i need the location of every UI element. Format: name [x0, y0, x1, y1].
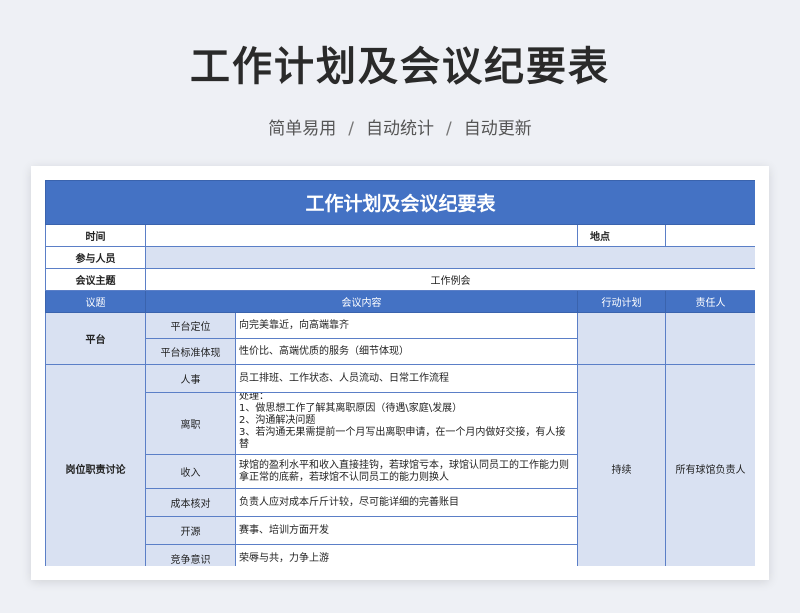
content-line: 2、沟通解决问题 — [239, 414, 316, 426]
topic-cell: 平台 — [45, 312, 146, 365]
owner-cell[interactable]: 所有球馆负责人 — [664, 364, 755, 566]
page-title: 工作计划及会议纪要表 — [190, 44, 610, 90]
subtitle-separator: / — [446, 119, 452, 139]
place-value[interactable] — [664, 224, 755, 247]
topic-cell: 岗位职责讨论 — [45, 364, 146, 566]
content-line: 1、做思想工作了解其离职原因（待遇\家庭\发展） — [239, 402, 463, 414]
content-line: 处理： — [239, 392, 269, 402]
subtitle-feature-1: 简单易用 — [268, 119, 337, 139]
time-label: 时间 — [45, 224, 146, 247]
sheet-banner-title: 工作计划及会议纪要表 — [45, 180, 755, 225]
header-owner: 责任人 — [664, 290, 755, 313]
content-cell[interactable]: 处理： 1、做思想工作了解其离职原因（待遇\家庭\发展） 2、沟通解决问题 3、… — [235, 392, 578, 455]
content-line: 3、若沟通无果需提前一个月写出离职申请，在一个月内做好交接，有人接替 — [239, 426, 566, 450]
owner-cell[interactable] — [664, 312, 755, 365]
theme-label: 会议主题 — [45, 268, 146, 291]
subtitle-separator: / — [348, 119, 354, 139]
content-cell[interactable]: 向完美靠近，向高端靠齐 — [235, 312, 578, 339]
subtitle-feature-2: 自动统计 — [366, 119, 434, 139]
subtopic-cell: 成本核对 — [145, 488, 236, 517]
table-row: 岗位职责讨论 人事 员工排班、工作状态、人员流动、日常工作流程 持续 所有球馆负… — [45, 364, 755, 566]
subtopic-cell: 竞争意识 — [145, 544, 236, 566]
content-cell[interactable]: 员工排班、工作状态、人员流动、日常工作流程 — [235, 364, 578, 393]
content-cell[interactable]: 球馆的盈利水平和收入直接挂钩，若球馆亏本，球馆认同员工的工作能力则拿正常的底薪，… — [235, 454, 578, 489]
subtopic-cell: 平台定位 — [145, 312, 236, 339]
subtitle: 简单易用 / 自动统计 / 自动更新 — [0, 114, 800, 139]
subtopic-cell: 人事 — [145, 364, 236, 393]
header-content: 会议内容 — [145, 290, 578, 313]
subtopic-cell: 平台标准体现 — [145, 338, 236, 365]
spreadsheet: 工作计划及会议纪要表 时间 地点 参与人员 会议主题 工作例会 议题 会议内容 … — [45, 180, 755, 566]
subtopic-cell: 收入 — [145, 454, 236, 489]
participants-value[interactable] — [144, 246, 755, 269]
action-cell[interactable]: 持续 — [577, 364, 666, 566]
meeting-table: 工作计划及会议纪要表 时间 地点 参与人员 会议主题 工作例会 议题 会议内容 … — [45, 180, 755, 566]
participants-label: 参与人员 — [45, 246, 146, 269]
place-label: 地点 — [577, 224, 666, 247]
content-cell[interactable]: 荣辱与共，力争上游 — [235, 544, 578, 566]
subtopic-cell: 离职 — [145, 392, 236, 455]
time-value[interactable] — [145, 224, 578, 247]
header-topic: 议题 — [45, 290, 146, 313]
content-cell[interactable]: 性价比、高端优质的服务（细节体现） — [235, 338, 578, 365]
content-cell[interactable]: 负责人应对成本斤斤计较，尽可能详细的完善账目 — [235, 488, 578, 517]
table-row: 平台 平台定位 向完美靠近，向高端靠齐 — [45, 312, 755, 365]
header-action: 行动计划 — [577, 290, 666, 313]
subtitle-feature-3: 自动更新 — [463, 119, 532, 139]
theme-value[interactable]: 工作例会 — [144, 268, 755, 291]
sheet-preview-card: 工作计划及会议纪要表 时间 地点 参与人员 会议主题 工作例会 议题 会议内容 … — [31, 166, 769, 580]
action-cell[interactable] — [577, 312, 666, 365]
subtopic-cell: 开源 — [145, 516, 236, 545]
content-cell[interactable]: 赛事、培训方面开发 — [235, 516, 578, 545]
